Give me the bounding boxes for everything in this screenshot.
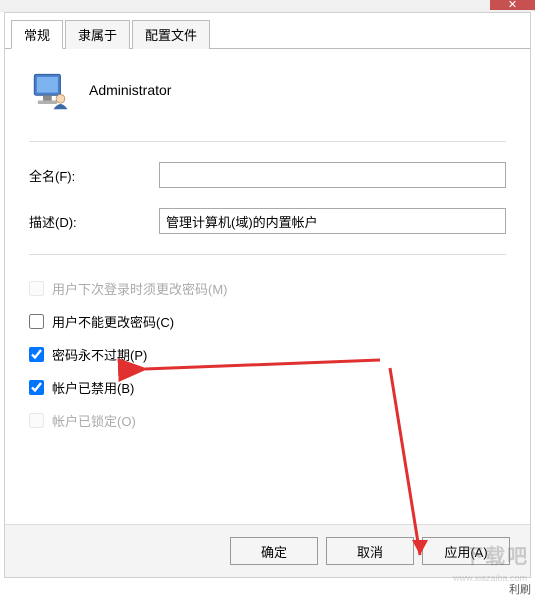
side-label: 利刷 [509,581,531,597]
check-never-expire-row: 密码永不过期(P) [29,345,506,364]
check-disabled-account-label: 帐户已禁用(B) [52,378,134,397]
check-disabled-account-row: 帐户已禁用(B) [29,378,506,397]
fullname-input[interactable] [159,162,506,188]
check-must-change [29,281,44,296]
check-must-change-label: 用户下次登录时须更改密码(M) [52,279,228,298]
titlebar: Administrator 属性 ✕ [0,0,535,12]
description-input[interactable] [159,208,506,234]
check-locked-row: 帐户已锁定(O) [29,411,506,430]
description-label: 描述(D): [29,212,159,231]
divider [29,141,506,142]
user-header: Administrator [29,69,506,111]
check-never-expire-label: 密码永不过期(P) [52,345,147,364]
check-never-expire[interactable] [29,347,44,362]
check-section: 用户下次登录时须更改密码(M) 用户不能更改密码(C) 密码永不过期(P) 帐户… [29,279,506,430]
check-disabled-account[interactable] [29,380,44,395]
check-cannot-change-row: 用户不能更改密码(C) [29,312,506,331]
check-locked [29,413,44,428]
description-row: 描述(D): [29,208,506,234]
check-cannot-change-label: 用户不能更改密码(C) [52,312,174,331]
window-body: 常规 隶属于 配置文件 Administrator 全名(F): 描述(D): [4,12,531,578]
check-locked-label: 帐户已锁定(O) [52,411,136,430]
user-icon [29,69,71,111]
tab-memberof[interactable]: 隶属于 [65,20,130,49]
window-title: Administrator 属性 [214,0,320,1]
apply-button[interactable]: 应用(A) [422,537,510,565]
close-button[interactable]: ✕ [490,0,535,10]
tab-profile[interactable]: 配置文件 [132,20,210,49]
cancel-button[interactable]: 取消 [326,537,414,565]
tab-general[interactable]: 常规 [11,20,63,49]
user-name: Administrator [89,82,171,98]
tab-content: Administrator 全名(F): 描述(D): 用户下次登录时须更改密码… [5,49,530,464]
button-bar: 确定 取消 应用(A) [5,524,530,577]
fullname-row: 全名(F): [29,162,506,188]
fullname-label: 全名(F): [29,166,159,185]
ok-button[interactable]: 确定 [230,537,318,565]
check-cannot-change[interactable] [29,314,44,329]
check-must-change-row: 用户下次登录时须更改密码(M) [29,279,506,298]
divider-2 [29,254,506,255]
tab-bar: 常规 隶属于 配置文件 [5,13,530,49]
